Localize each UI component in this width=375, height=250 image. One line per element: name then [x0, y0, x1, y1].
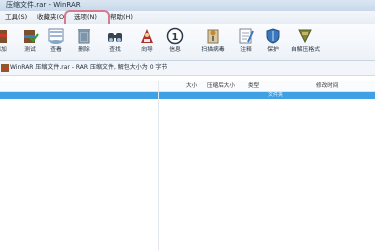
column-divider	[158, 81, 159, 250]
info-icon: 1	[166, 27, 184, 45]
toolbar-test-button[interactable]: 测试	[16, 27, 44, 58]
toolbar-comment-button[interactable]: 注释	[232, 27, 260, 58]
delete-icon	[78, 29, 90, 44]
archive-icon	[1, 64, 9, 72]
toolbar-label: 删除	[78, 47, 90, 53]
menu-favorites[interactable]: 收藏夹(O)	[37, 11, 67, 24]
view-icon	[48, 28, 64, 44]
title-bar: 压缩文件.rar - WinRAR	[0, 0, 375, 11]
toolbar-find-button[interactable]: 查找	[101, 27, 129, 58]
toolbar-label: 向导	[141, 47, 153, 53]
toolbar-label: 信息	[169, 47, 181, 53]
toolbar-label: 查找	[109, 47, 121, 53]
toolbar-label: 查看	[50, 47, 62, 53]
column-type[interactable]: 类型	[248, 81, 259, 91]
find-icon	[108, 33, 122, 42]
file-list-area[interactable]	[0, 99, 375, 250]
protect-icon	[266, 28, 280, 44]
toolbar-info-button[interactable]: 1 信息	[161, 27, 189, 58]
toolbar-label: 保护	[267, 47, 279, 53]
file-list-header: 大小 压缩后大小 类型 修改时间	[0, 81, 375, 92]
svg-text:1: 1	[172, 32, 179, 43]
toolbar-label: 扫描病毒	[201, 47, 225, 53]
table-row[interactable]: 文件夹	[0, 92, 375, 99]
row-type: 文件夹	[268, 92, 284, 98]
sfx-icon	[298, 29, 312, 44]
wizard-icon	[141, 29, 153, 43]
toolbar-delete-button[interactable]: 删除	[70, 27, 98, 58]
scan-icon	[207, 29, 219, 44]
column-modified[interactable]: 修改时间	[316, 81, 338, 91]
toolbar-label: 自解压格式	[291, 47, 320, 53]
toolbar-scan-button[interactable]: 扫描病毒	[199, 27, 227, 58]
toolbar-sfx-button[interactable]: 自解压格式	[291, 27, 320, 58]
toolbar-add-button[interactable]: 添加	[0, 27, 15, 58]
menu-help[interactable]: 帮助(H)	[110, 11, 133, 24]
toolbar-view-button[interactable]: 查看	[42, 27, 70, 58]
comment-icon	[239, 28, 254, 44]
toolbar-wizard-button[interactable]: 向导	[133, 27, 161, 58]
menu-tools[interactable]: 工具(S)	[5, 11, 27, 24]
menu-bar: 工具(S) 收藏夹(O) 选项(N) 帮助(H)	[0, 11, 375, 25]
toolbar-label: 添加	[0, 47, 7, 53]
column-packed[interactable]: 压缩后大小	[207, 81, 235, 91]
toolbar-label: 注释	[240, 47, 252, 53]
toolbar: 添加 测试 查看 删除 查找	[0, 24, 375, 61]
column-size[interactable]: 大小	[186, 81, 197, 91]
add-icon	[0, 30, 7, 43]
toolbar-label: 测试	[24, 47, 36, 53]
path-text: WinRAR 压缩文件.rar - RAR 压缩文件, 解包大小为 0 字节	[10, 64, 168, 71]
path-bar[interactable]: WinRAR 压缩文件.rar - RAR 压缩文件, 解包大小为 0 字节	[0, 61, 375, 76]
test-icon	[24, 30, 39, 43]
toolbar-protect-button[interactable]: 保护	[259, 27, 287, 58]
